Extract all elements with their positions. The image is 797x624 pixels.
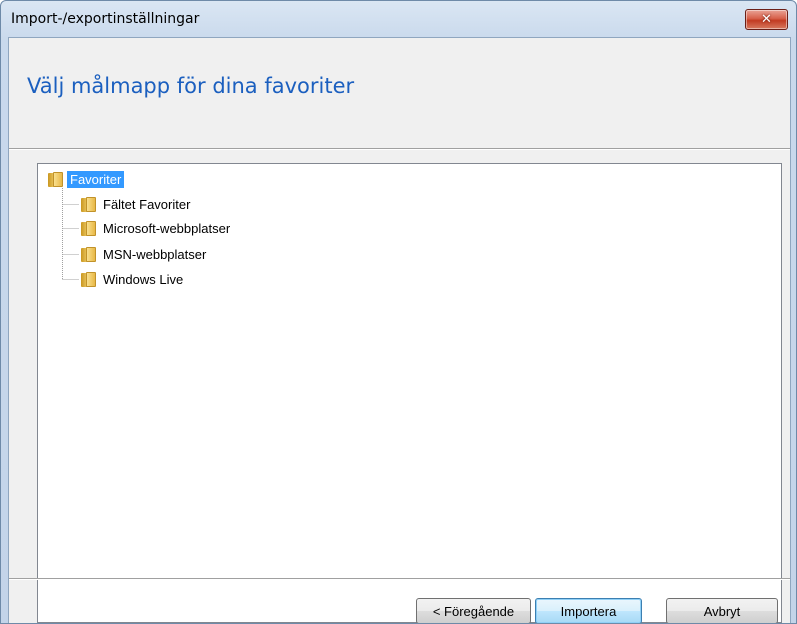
tree-item-faltet-favoriter[interactable]: Fältet Favoriter: [81, 194, 190, 214]
page-heading: Välj målmapp för dina favoriter: [27, 74, 355, 98]
folder-icon: [48, 171, 64, 187]
cancel-button[interactable]: Avbryt: [666, 598, 778, 623]
close-icon: ✕: [761, 12, 772, 27]
tree-item-microsoft-webbplatser[interactable]: Microsoft-webbplatser: [81, 218, 230, 238]
header-panel: Välj målmapp för dina favoriter: [9, 38, 790, 148]
tree-item-label: Microsoft-webbplatser: [103, 220, 231, 236]
tree-item-label: Windows Live: [103, 271, 184, 287]
tree-item-msn-webbplatser[interactable]: MSN-webbplatser: [81, 244, 206, 264]
tree-root-label: Favoriter: [67, 170, 125, 188]
close-button[interactable]: ✕: [745, 9, 788, 30]
tree-root-favoriter[interactable]: Favoriter: [48, 169, 125, 189]
folder-icon: [81, 246, 97, 262]
folder-tree[interactable]: Favoriter Fältet Favoriter Microsoft-web…: [37, 163, 782, 623]
header-divider: [9, 148, 790, 150]
folder-icon: [81, 220, 97, 236]
back-button[interactable]: < Föregående: [416, 598, 531, 623]
folder-icon: [81, 271, 97, 287]
dialog-client-area: Välj målmapp för dina favoriter Favorite…: [8, 37, 791, 623]
folder-icon: [81, 196, 97, 212]
tree-item-label: MSN-webbplatser: [103, 246, 207, 262]
tree-item-label: Fältet Favoriter: [103, 196, 191, 212]
tree-item-windows-live[interactable]: Windows Live: [81, 269, 183, 289]
footer-divider: [9, 578, 790, 580]
window-title: Import-/exportinställningar: [11, 11, 200, 27]
import-button[interactable]: Importera: [535, 598, 642, 623]
dialog-window: Import-/exportinställningar ✕ Välj målma…: [0, 0, 797, 624]
title-bar[interactable]: Import-/exportinställningar ✕: [1, 1, 796, 37]
